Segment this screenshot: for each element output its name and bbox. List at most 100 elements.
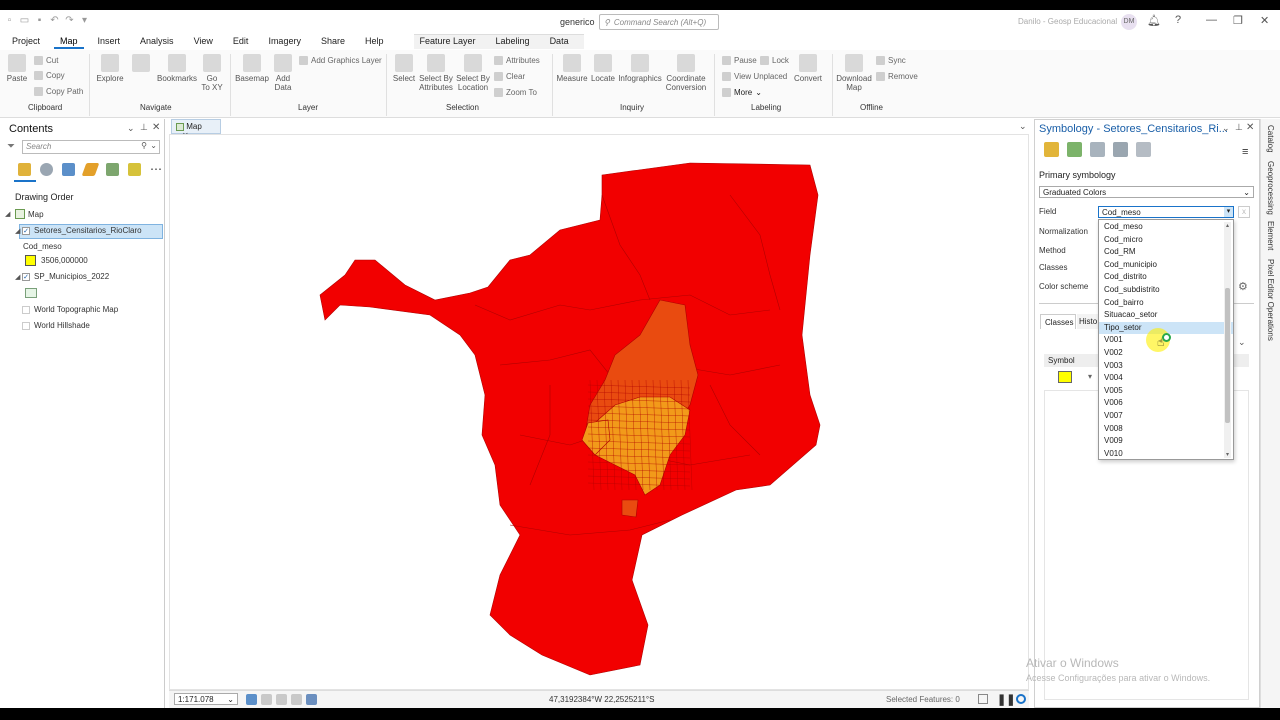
field-option[interactable]: Cod_distrito: [1099, 271, 1233, 284]
select-by-location-button[interactable]: Select By Location: [455, 54, 491, 92]
symbol-properties-icon[interactable]: [1136, 142, 1151, 157]
sync-button[interactable]: Sync: [876, 56, 906, 65]
field-option[interactable]: V003: [1099, 360, 1233, 373]
display-filters-icon[interactable]: [1113, 142, 1128, 157]
paste-button[interactable]: Paste: [4, 54, 30, 83]
field-option[interactable]: V010: [1099, 448, 1233, 459]
save-icon[interactable]: ▪: [34, 15, 45, 26]
field-option[interactable]: Situacao_setor: [1099, 309, 1233, 322]
more-options-icon[interactable]: ⋯: [150, 162, 162, 176]
menu-icon[interactable]: ≡: [1242, 146, 1248, 158]
tab-insert[interactable]: Insert: [92, 35, 127, 49]
select-button[interactable]: Select: [390, 54, 418, 83]
remove-button[interactable]: Remove: [876, 72, 918, 81]
chevron-down-icon[interactable]: ⌄: [1019, 121, 1027, 132]
close-pane-icon[interactable]: ✕: [152, 122, 160, 133]
add-graphics-layer-button[interactable]: Add Graphics Layer: [299, 56, 382, 65]
collapse-icon[interactable]: ◢: [15, 273, 20, 281]
maximize-icon[interactable]: ❐: [1233, 14, 1243, 27]
tab-edit[interactable]: Edit: [227, 35, 255, 49]
tab-geoprocessing[interactable]: Geoprocessing: [1266, 161, 1275, 215]
command-search[interactable]: ⚲ Command Search (Alt+Q): [599, 14, 719, 30]
tab-map[interactable]: Map: [54, 35, 84, 49]
pane-options-icon[interactable]: ⌄: [1222, 123, 1230, 134]
expression-icon[interactable]: x: [1238, 206, 1250, 218]
field-option[interactable]: V006: [1099, 397, 1233, 410]
field-option[interactable]: V004: [1099, 372, 1233, 385]
new-icon[interactable]: ▫: [4, 15, 15, 26]
explore-button[interactable]: Explore: [95, 54, 125, 83]
add-data-button[interactable]: Add Data: [270, 54, 296, 92]
layer-visibility-checkbox[interactable]: [22, 322, 30, 330]
zoom-to-button[interactable]: Zoom To: [494, 88, 537, 97]
undo-icon[interactable]: ↶: [49, 15, 60, 26]
collapse-icon[interactable]: ◢: [15, 227, 20, 235]
selection-icon[interactable]: [62, 162, 75, 176]
rio-claro-municipality[interactable]: [319, 162, 821, 676]
bookmarks-button[interactable]: Bookmarks: [157, 54, 197, 83]
tab-analysis[interactable]: Analysis: [134, 35, 180, 49]
primary-symbology-icon[interactable]: [1044, 142, 1059, 157]
redo-icon[interactable]: ↷: [64, 15, 75, 26]
basemap-topographic[interactable]: World Topographic Map: [34, 305, 118, 314]
field-option[interactable]: Cod_meso: [1099, 221, 1233, 234]
tab-help[interactable]: Help: [359, 35, 390, 49]
scrollbar-thumb[interactable]: [1225, 288, 1230, 423]
legend-symbol-swatch[interactable]: [25, 255, 36, 266]
editing-icon[interactable]: [81, 162, 100, 176]
fixed-zoom-icon[interactable]: [246, 694, 257, 705]
labeling-icon[interactable]: [128, 162, 141, 176]
drawing-order-icon[interactable]: [18, 162, 31, 176]
pin-icon[interactable]: ⊥: [140, 122, 148, 133]
grid-icon[interactable]: [261, 694, 272, 705]
select-by-attributes-button[interactable]: Select By Attributes: [418, 54, 454, 92]
coordinate-conversion-button[interactable]: Coordinate Conversion: [663, 54, 709, 92]
go-to-xy-button[interactable]: Go To XY: [199, 54, 225, 92]
pause-button[interactable]: Pause: [722, 56, 757, 65]
snapping-icon[interactable]: [306, 694, 317, 705]
close-pane-icon[interactable]: ✕: [1246, 122, 1254, 133]
field-option[interactable]: V008: [1099, 423, 1233, 436]
symbol-layer-drawing-icon[interactable]: [1090, 142, 1105, 157]
cut-button[interactable]: Cut: [34, 56, 58, 65]
contents-options-icon[interactable]: ⌄: [127, 123, 135, 134]
notification-icon[interactable]: 🔔︎: [1147, 14, 1161, 27]
basemap-button[interactable]: Basemap: [234, 54, 270, 83]
measure-button[interactable]: Measure: [555, 54, 589, 83]
tab-feature-layer[interactable]: Feature Layer: [414, 35, 482, 49]
chevron-down-icon[interactable]: ▾: [1088, 372, 1092, 381]
open-icon[interactable]: ▭: [19, 15, 30, 26]
legend-symbol-swatch[interactable]: [25, 288, 37, 298]
selected-features-count[interactable]: Selected Features: 0: [886, 695, 960, 704]
tab-element[interactable]: Element: [1266, 221, 1275, 250]
class-symbol-swatch[interactable]: [1058, 371, 1072, 383]
avatar[interactable]: DM: [1121, 14, 1137, 30]
field-option[interactable]: V005: [1099, 385, 1233, 398]
map-view-tab[interactable]: Map ✕: [171, 119, 221, 140]
constraint-icon[interactable]: [291, 694, 302, 705]
locate-button[interactable]: Locate: [589, 54, 617, 83]
tab-share[interactable]: Share: [315, 35, 351, 49]
download-map-button[interactable]: Download Map: [835, 54, 873, 92]
clear-button[interactable]: Clear: [494, 72, 525, 81]
layer-municipios[interactable]: SP_Municipios_2022: [34, 272, 109, 281]
pause-drawing-icon[interactable]: ❚❚: [997, 693, 1015, 706]
scroll-up-icon[interactable]: ▴: [1224, 222, 1231, 229]
customize-icon[interactable]: ▾: [79, 15, 90, 26]
tab-catalog[interactable]: Catalog: [1266, 125, 1275, 153]
gear-icon[interactable]: ⚙: [1238, 280, 1248, 293]
convert-button[interactable]: Convert: [792, 54, 824, 83]
filter-icon[interactable]: ⏷: [7, 141, 15, 152]
attributes-button[interactable]: Attributes: [494, 56, 540, 65]
layer-setores[interactable]: Setores_Censitarios_RioClaro: [34, 226, 142, 235]
contents-search-input[interactable]: Search ⚲ ⌄: [22, 140, 160, 154]
field-option[interactable]: Cod_micro: [1099, 234, 1233, 247]
tab-project[interactable]: Project: [6, 35, 46, 49]
layer-visibility-checkbox[interactable]: ✓: [22, 227, 30, 235]
layer-visibility-checkbox[interactable]: [22, 306, 30, 314]
tab-view[interactable]: View: [188, 35, 219, 49]
snapping-icon[interactable]: [106, 162, 119, 176]
field-option[interactable]: Cod_municipio: [1099, 259, 1233, 272]
tab-pixel-editor[interactable]: Pixel Editor Operations: [1266, 259, 1275, 341]
vary-symbology-icon[interactable]: [1067, 142, 1082, 157]
